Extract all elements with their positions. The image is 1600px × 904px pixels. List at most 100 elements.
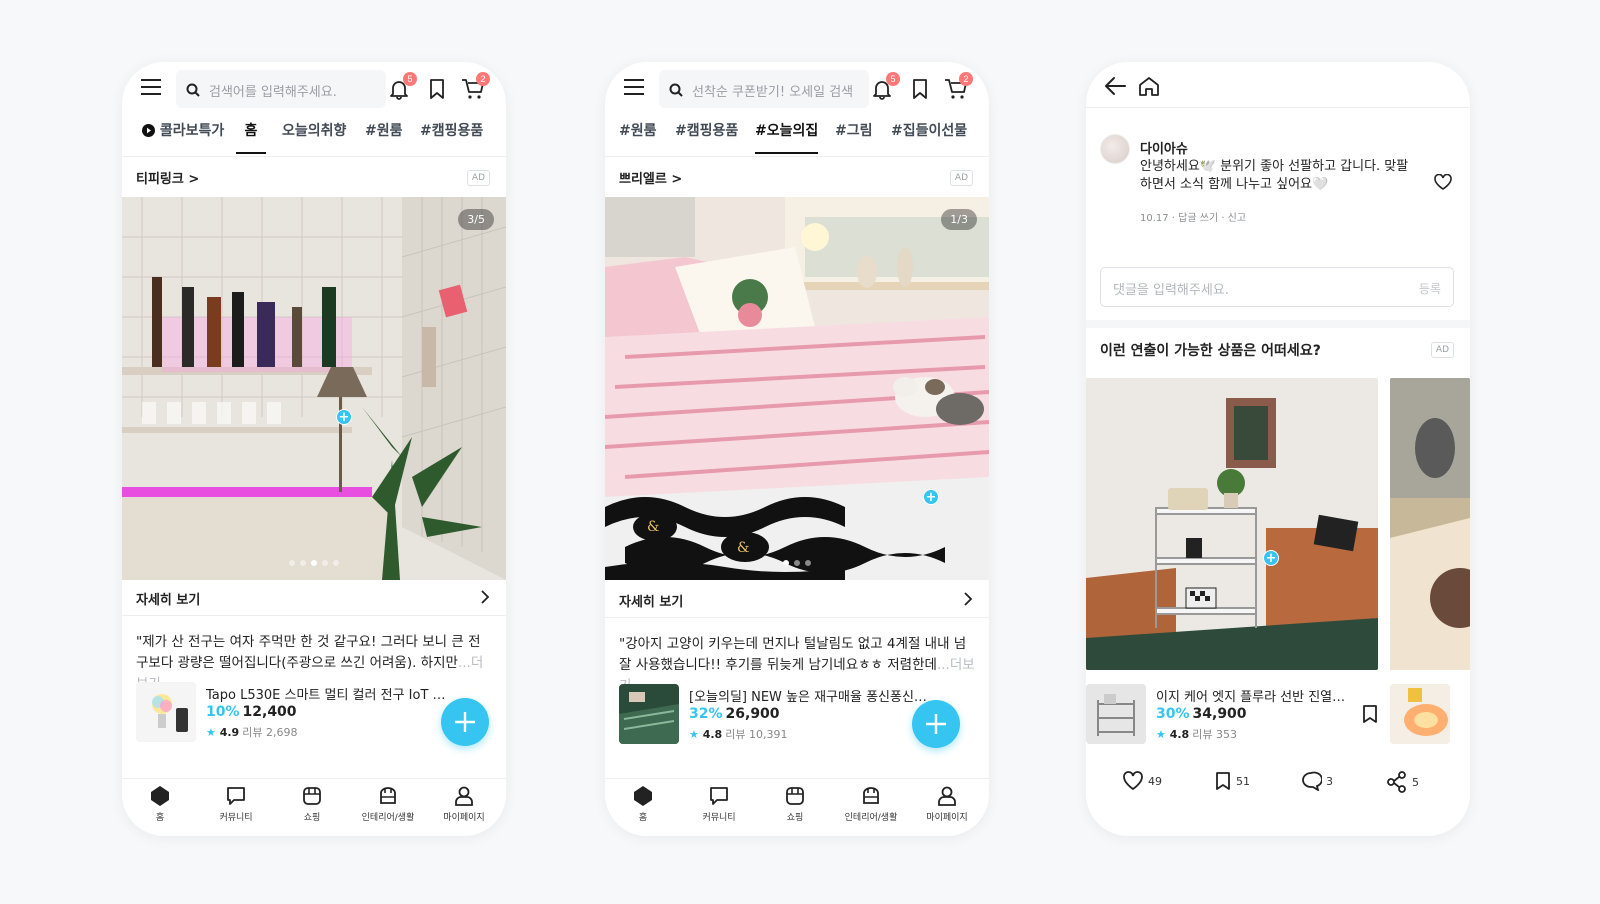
back-arrow-icon[interactable] [1104,76,1126,96]
nav-shopping[interactable]: 쇼핑 [274,785,350,823]
product-thumbnail [619,684,679,744]
nav-mypage[interactable]: 마이페이지 [426,785,502,823]
cart-badge: 2 [476,72,490,86]
product-rating: ★ 4.8 리뷰 353 [1156,728,1237,741]
search-icon [669,82,683,101]
chevron-right-icon [480,589,490,609]
brand-link[interactable]: 쁘리엘르 > [619,168,682,187]
product-name: 이지 케어 엣지 플루라 선반 진열장... [1156,690,1356,705]
search-placeholder: 검색어를 입력해주세요. [209,85,337,100]
carousel-dot [300,560,306,566]
carousel-dot [311,560,317,566]
notification-badge: 5 [886,72,900,86]
star-icon: ★ [1156,728,1166,741]
chat-icon [710,787,728,805]
divider [1086,320,1470,328]
tab-home[interactable]: 홈 [236,114,266,154]
product-name: [오늘의딜] NEW 높은 재구매율 퐁신퐁신 유... [689,690,929,705]
share-action[interactable]: 5 [1386,771,1419,793]
nav-mypage[interactable]: 마이페이지 [909,785,985,823]
home-icon[interactable] [1138,76,1160,96]
bookmark-icon[interactable] [428,78,446,100]
post-photo[interactable]: 3/5 + [122,197,506,580]
carousel-dots [783,560,811,566]
nav-interior[interactable]: 인테리어/생활 [350,785,426,823]
submit-button[interactable]: 등록 [1419,280,1441,297]
tab-ohouse[interactable]: #오늘의집 [755,114,819,154]
bottom-navigation: 홈 커뮤니티 쇼핑 인테리어/생활 마이페이지 [122,778,506,836]
brand-header: 티피링크 > AD [122,156,506,198]
avatar[interactable] [1100,134,1130,164]
shop-icon [303,787,321,805]
home-icon [634,786,652,806]
tab-oneroom[interactable]: #원룸 [365,114,403,154]
brand-link[interactable]: 티피링크 > [136,168,199,187]
comment-item: 다이아슈 안녕하세요🕊️ 분위기 좋아 선팔하고 갑니다. 맞팔하면서 소식 함… [1100,134,1456,234]
search-placeholder: 선착순 쿠폰받기! 오세일 검색 [692,85,854,100]
product-price: 10% 12,400 [206,704,297,720]
top-bar: 검색어를 입력해주세요. 5 2 [122,68,506,112]
product-thumbnail-next[interactable] [1390,684,1450,744]
home-icon [151,786,169,806]
image-counter: 3/5 [458,209,494,230]
product-tag-plus-icon[interactable]: + [923,489,939,505]
tab-housewarming[interactable]: #집들이선물 [891,114,967,154]
nav-shopping[interactable]: 쇼핑 [757,785,833,823]
product-photo-next[interactable] [1390,378,1470,670]
details-label: 자세히 보기 [136,593,201,608]
tab-oneroom[interactable]: #원룸 [619,114,657,154]
details-row[interactable]: 자세히 보기 [605,580,989,618]
bottom-navigation: 홈 커뮤니티 쇼핑 인테리어/생활 마이페이지 [605,778,989,836]
post-photo[interactable]: & & 1/3 + [605,197,989,580]
comment-username[interactable]: 다이아슈 [1140,138,1188,157]
tab-camping[interactable]: #캠핑용품 [420,114,483,154]
nav-interior[interactable]: 인테리어/생활 [833,785,909,823]
menu-icon[interactable] [140,78,162,96]
bookmark-icon[interactable] [911,78,929,100]
menu-icon[interactable] [623,78,645,96]
details-row[interactable]: 자세히 보기 [122,578,506,616]
product-tag-plus-icon[interactable]: + [1263,550,1279,566]
image-counter: 1/3 [941,209,977,230]
star-icon: ★ [689,728,699,741]
bookmark-action[interactable]: 51 [1214,771,1250,791]
star-icon: ★ [206,726,216,739]
carousel-dot [794,560,800,566]
product-rating: ★ 4.8 리뷰 10,391 [689,728,788,741]
chat-icon [227,787,245,805]
product-photo[interactable]: + [1086,378,1378,670]
product-tag-plus-icon[interactable]: + [336,409,352,425]
person-icon [455,786,473,806]
tab-collab[interactable]: 콜라보특가 [142,114,224,154]
search-input[interactable]: 검색어를 입력해주세요. [176,70,386,108]
nav-community[interactable]: 커뮤니티 [681,785,757,823]
cart-badge: 2 [959,72,973,86]
ad-badge: AD [949,170,973,186]
carousel-dots [289,560,339,566]
product-card[interactable]: Tapo L530E 스마트 멀티 컬러 전구 IoT LE... 10% 12,… [136,682,492,742]
search-input[interactable]: 선착순 쿠폰받기! 오세일 검색 [659,70,869,108]
like-action[interactable]: 49 [1122,771,1162,791]
nav-home[interactable]: 홈 [122,785,198,823]
nav-home[interactable]: 홈 [605,785,681,823]
top-bar [1086,68,1470,108]
tab-today-taste[interactable]: 오늘의취향 [282,114,346,154]
room-photo-bedroom: & & [605,197,989,580]
bookmark-icon[interactable] [1362,704,1378,724]
product-thumbnail [136,682,196,742]
comment-meta: 10.17 · 답글 쓰기 · 신고 [1140,213,1247,224]
comment-action[interactable]: 3 [1300,771,1333,792]
ad-badge: AD [466,170,490,186]
write-post-button[interactable] [441,698,489,746]
product-name: Tapo L530E 스마트 멀티 컬러 전구 IoT LE... [206,688,446,703]
brand-header: 쁘리엘르 > AD [605,156,989,198]
write-post-button[interactable] [912,700,960,748]
nav-community[interactable]: 커뮤니티 [198,785,274,823]
tab-camping[interactable]: #캠핑용품 [675,114,738,154]
comment-input[interactable]: 댓글을 입력해주세요. 등록 [1100,267,1454,307]
product-rating: ★ 4.9 리뷰 2,698 [206,726,298,739]
category-tabs: 콜라보특가 홈 오늘의취향 #원룸 #캠핑용품 [122,114,506,154]
tab-painting[interactable]: #그림 [835,114,873,154]
heart-icon[interactable] [1434,174,1452,190]
carousel-dot [783,560,789,566]
